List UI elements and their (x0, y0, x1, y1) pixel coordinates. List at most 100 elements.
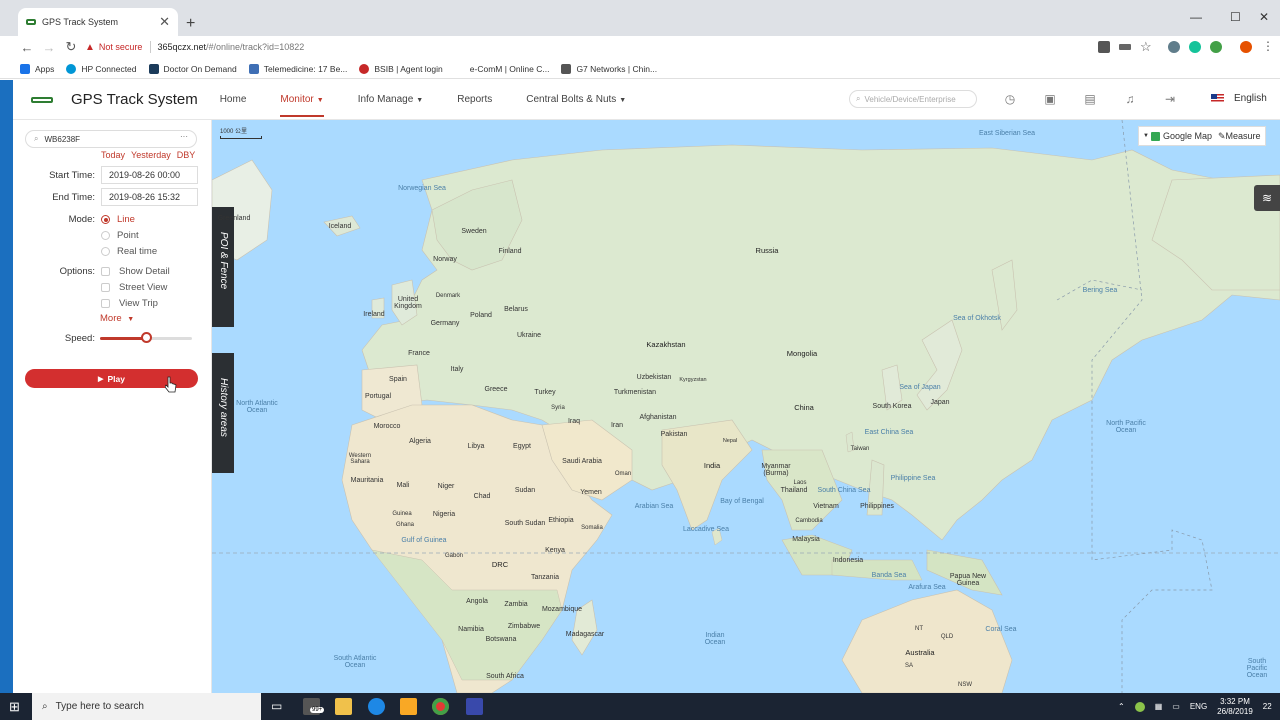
bookmark-label: Telemedicine: 17 Be... (263, 63, 348, 74)
url-bar[interactable]: ▲ Not secure 365qczx.net /#/online/track… (85, 37, 304, 57)
view-trip-checkbox[interactable]: View Trip (101, 298, 158, 309)
extension-icon[interactable] (1168, 41, 1180, 53)
vehicle-search-input[interactable]: ⌕ Vehicle/Device/Enterprise (849, 90, 977, 108)
today-link[interactable]: Today (101, 150, 125, 160)
end-time-label: End Time: (52, 192, 95, 203)
windows-start-icon[interactable]: ⊞ (9, 699, 20, 715)
notification-center-icon[interactable]: 22 (1263, 702, 1272, 711)
map-provider-dropdown[interactable]: ▼ Google Map (1143, 131, 1212, 141)
show-detail-checkbox[interactable]: Show Detail (101, 266, 170, 277)
nav-home[interactable]: Home (220, 94, 247, 105)
measure-button[interactable]: ✎Measure (1218, 131, 1261, 142)
browser-tab[interactable]: GPS Track System ✕ (18, 8, 178, 36)
nav-label: Central Bolts & Nuts (526, 94, 617, 105)
map-label: Niger (437, 483, 455, 490)
extension-puzzle-icon[interactable] (1098, 41, 1110, 53)
file-explorer-icon[interactable] (400, 698, 417, 715)
language-selector[interactable]: English (1211, 93, 1267, 104)
task-view-icon[interactable]: ▭ (271, 699, 282, 713)
more-label: More (100, 313, 122, 324)
search-icon: ⌕ (42, 701, 48, 712)
forward-arrow-icon[interactable]: → (38, 40, 60, 55)
store-icon[interactable] (335, 698, 352, 715)
url-divider (150, 41, 152, 53)
map-label: Greece (484, 386, 508, 393)
bookmark-bsib[interactable]: BSIB | Agent login (359, 63, 443, 74)
map-label: United Kingdom (394, 296, 422, 310)
new-tab-button[interactable]: + (186, 15, 195, 33)
speed-slider[interactable] (100, 332, 192, 343)
map-label: Ukraine (516, 332, 542, 339)
grammarly-icon[interactable] (1189, 41, 1201, 53)
track-playback-panel: ⌕ WB6238F ··· Today Yesterday DBY Start … (13, 120, 212, 693)
map-canvas[interactable]: 1000 公里 ▼ Google Map ✎Measure ≋ POI & Fe… (212, 120, 1280, 693)
measure-label: Measure (1225, 130, 1261, 141)
tray-app-icon[interactable] (1134, 701, 1145, 712)
taskbar-clock[interactable]: 3:32 PM 26/8/2019 (1217, 697, 1253, 717)
back-arrow-icon[interactable]: ← (16, 40, 38, 55)
checkbox-label: Street View (119, 282, 168, 293)
mode-line-radio[interactable]: Line (101, 214, 135, 225)
chevron-up-icon[interactable]: ⌃ (1118, 702, 1125, 711)
map-label: Western Sahara (348, 453, 372, 465)
bell-icon[interactable]: ♫ (1123, 92, 1137, 106)
poi-fence-tab[interactable]: POI & Fence (212, 207, 234, 327)
layers-icon[interactable]: ≋ (1254, 185, 1280, 211)
map-scale: 1000 公里 (220, 126, 262, 139)
bookmark-doctor-on-demand[interactable]: Doctor On Demand (148, 63, 237, 74)
map-label: Morocco (373, 423, 401, 430)
check-extension-icon[interactable] (1210, 41, 1222, 53)
logout-icon[interactable]: ⇥ (1163, 92, 1177, 106)
street-view-checkbox[interactable]: Street View (101, 282, 167, 293)
map-label: Coral Sea (985, 626, 1017, 633)
reload-icon[interactable]: ↻ (60, 39, 82, 55)
map-label: Nigeria (432, 511, 456, 518)
nav-info-manage[interactable]: Info Manage ▼ (358, 94, 424, 105)
nav-central-bolts[interactable]: Central Bolts & Nuts ▼ (526, 94, 626, 105)
map-label: Gulf of Guinea (401, 537, 447, 544)
mode-realtime-radio[interactable]: Real time (101, 246, 157, 257)
screen-monitor-icon[interactable]: ▣ (1043, 92, 1057, 106)
layout-panel-icon[interactable]: ▤ (1083, 92, 1097, 106)
star-bookmark-icon[interactable]: ☆ (1140, 39, 1152, 55)
language-indicator[interactable]: ENG (1190, 702, 1207, 711)
start-time-input[interactable]: 2019-08-26 00:00 (101, 166, 198, 184)
battery-icon[interactable]: ▭ (1172, 702, 1180, 711)
maximize-button[interactable]: ☐ (1230, 10, 1241, 24)
map-label: DRC (491, 560, 509, 569)
browser-tab-strip: GPS Track System ✕ + — ☐ ✕ (0, 0, 1280, 36)
vehicle-select[interactable]: ⌕ WB6238F ··· (25, 130, 197, 148)
bookmark-apps[interactable]: Apps (20, 63, 54, 74)
bookmark-hp-connected[interactable]: HP Connected (66, 63, 137, 74)
yesterday-link[interactable]: Yesterday (131, 150, 171, 160)
more-options-link[interactable]: More ▼ (100, 313, 134, 324)
close-window-button[interactable]: ✕ (1259, 10, 1269, 24)
edge-browser-icon[interactable] (368, 698, 385, 715)
mode-point-radio[interactable]: Point (101, 230, 139, 241)
profile-avatar[interactable] (1240, 41, 1252, 53)
checkbox-label: View Trip (119, 298, 158, 309)
taskbar-search-box[interactable]: ⌕ Type here to search (32, 693, 261, 720)
nav-monitor[interactable]: Monitor ▼ (280, 82, 324, 117)
bookmark-telemedicine[interactable]: Telemedicine: 17 Be... (248, 63, 348, 74)
map-label: Bering Sea (1082, 287, 1118, 294)
app-taskbar-icon[interactable] (466, 698, 483, 715)
minimize-button[interactable]: — (1190, 10, 1202, 24)
bookmark-ecomm[interactable]: e-ComM | Online C... (454, 63, 550, 74)
map-label: East Siberian Sea (978, 130, 1036, 137)
chrome-taskbar-icon[interactable] (432, 698, 449, 715)
dby-link[interactable]: DBY (177, 150, 196, 160)
nav-reports[interactable]: Reports (457, 94, 492, 105)
history-areas-tab[interactable]: History areas (212, 353, 234, 473)
tab-title: GPS Track System (42, 17, 119, 27)
ellipsis-icon[interactable]: ··· (180, 132, 188, 141)
bookmark-label: e-ComM | Online C... (469, 63, 550, 74)
end-time-input[interactable]: 2019-08-26 15:32 (101, 188, 198, 206)
speed-slider-handle[interactable] (141, 332, 152, 343)
history-clock-icon[interactable]: ◷ (1003, 92, 1017, 106)
tab-close-icon[interactable]: ✕ (159, 14, 170, 30)
chrome-menu-icon[interactable]: ⋮ (1262, 39, 1274, 53)
bookmark-g7[interactable]: G7 Networks | Chin... (561, 63, 657, 74)
key-icon[interactable] (1119, 44, 1131, 50)
network-icon[interactable]: ▦ (1155, 702, 1163, 711)
